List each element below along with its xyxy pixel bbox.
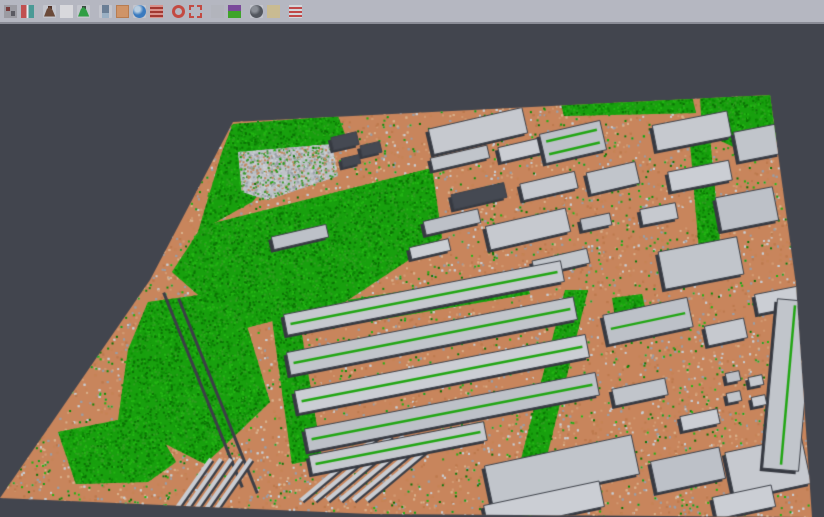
ortho-tile-icon[interactable]: [116, 5, 129, 18]
flag-stripes-icon-glyph: [289, 5, 302, 18]
terrain-green-icon[interactable]: [77, 5, 90, 18]
ortho-tile-icon-glyph: [116, 5, 129, 18]
main-toolbar: [0, 0, 824, 24]
raster-pixels-icon[interactable]: [4, 5, 17, 18]
classification-map-icon[interactable]: [228, 5, 241, 18]
points-sample-icon[interactable]: [60, 5, 73, 18]
profile-view-icon[interactable]: [99, 5, 112, 18]
dark-sphere-icon[interactable]: [250, 5, 263, 18]
globe-icon[interactable]: [133, 5, 146, 18]
raster-pixels-icon-glyph: [4, 5, 17, 18]
points-sample-icon-glyph: [60, 5, 73, 18]
split-compare-icon[interactable]: [21, 5, 34, 18]
extent-brackets-icon-glyph: [189, 5, 202, 18]
terrain-brown-icon[interactable]: [43, 5, 56, 18]
log-list-icon-glyph: [150, 5, 163, 18]
target-ring-icon-glyph: [172, 5, 185, 18]
profile-view-icon-glyph: [102, 5, 109, 18]
grid-select-icon-glyph: [211, 5, 224, 18]
target-ring-icon[interactable]: [172, 5, 185, 18]
point-cloud-canvas[interactable]: [0, 24, 824, 517]
dark-sphere-icon-glyph: [250, 5, 263, 18]
measure-pad-icon[interactable]: [267, 5, 280, 18]
log-list-icon[interactable]: [150, 5, 163, 18]
flag-stripes-icon[interactable]: [289, 5, 302, 18]
3d-viewport[interactable]: [0, 24, 824, 517]
extent-brackets-icon[interactable]: [189, 5, 202, 18]
split-compare-icon-glyph: [21, 5, 34, 18]
point-cloud-app-window: [0, 0, 824, 517]
classification-map-icon-glyph: [228, 5, 241, 18]
measure-pad-icon-glyph: [267, 5, 280, 18]
grid-select-icon[interactable]: [211, 5, 224, 18]
globe-icon-glyph: [133, 5, 146, 18]
